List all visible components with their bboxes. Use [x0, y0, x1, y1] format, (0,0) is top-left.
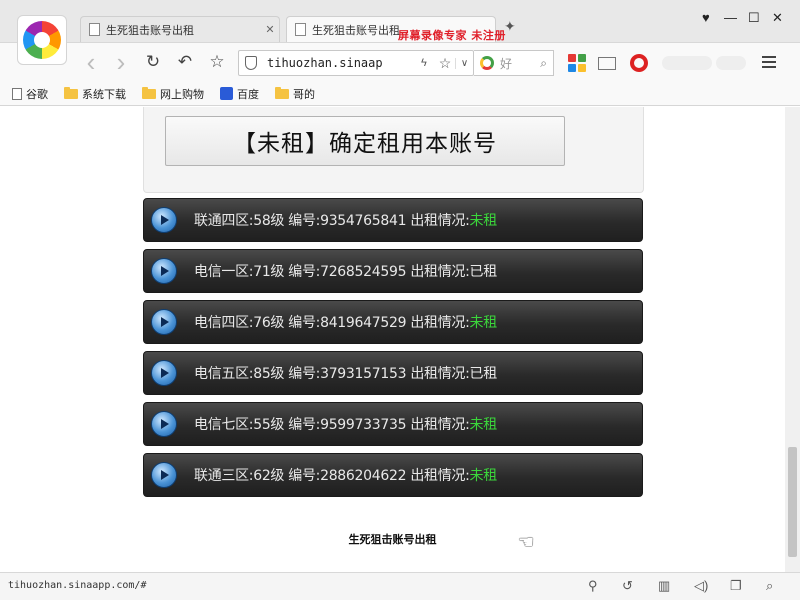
toolbar: ‹ › ↻ ↶ ☆ tihuozhan.sinaap ϟ ☆ ∨ 好 ⌕: [0, 42, 800, 82]
tab-title: 生死狙击账号出租: [106, 24, 194, 37]
account-info: 电信五区:85级 编号:3793157153 出租情况:已租: [194, 366, 498, 382]
account-list: 联通四区:58级 编号:9354765841 出租情况:未租 电信一区:71级 …: [143, 198, 643, 504]
sound-icon[interactable]: ◁): [694, 578, 708, 594]
title-bar: 生死狙击账号出租 ✕ 生死狙击账号出租 ✦ 屏幕录像专家 未注册 ♥ — ☐ ✕: [0, 0, 800, 42]
bookmarks-bar: 谷歌 系统下载 网上购物 百度 哥的: [0, 82, 800, 106]
maximize-button[interactable]: ☐: [748, 10, 760, 26]
status-badge: 已租: [469, 366, 498, 382]
skin-icon[interactable]: ♥: [702, 10, 710, 25]
bookmark-shopping[interactable]: 网上购物: [142, 86, 204, 102]
scrollbar-thumb[interactable]: [788, 447, 797, 557]
bookmark-star-icon[interactable]: ☆: [435, 55, 455, 72]
account-row[interactable]: 电信七区:55级 编号:9599733735 出租情况:未租: [143, 402, 643, 446]
menu-icon[interactable]: [762, 56, 776, 71]
account-info: 电信一区:71级 编号:7268524595 出租情况:已租: [194, 264, 498, 280]
status-badge: 已租: [469, 264, 498, 280]
trash-icon[interactable]: ▥: [658, 578, 670, 594]
tab-inactive[interactable]: 生死狙击账号出租 ✕: [80, 16, 280, 42]
vertical-scrollbar[interactable]: [785, 107, 800, 572]
extension-icon[interactable]: [716, 56, 746, 70]
play-icon: [151, 258, 177, 284]
lightning-icon[interactable]: ϟ: [421, 57, 435, 69]
favorite-button[interactable]: ☆: [206, 51, 228, 73]
bookmark-gede[interactable]: 哥的: [275, 86, 315, 102]
play-icon: [151, 309, 177, 335]
minimize-button[interactable]: —: [724, 10, 737, 25]
page-icon: [295, 23, 306, 36]
bookmark-label: 谷歌: [26, 88, 48, 101]
close-icon[interactable]: ✕: [261, 23, 279, 36]
baidu-icon: [220, 87, 233, 100]
play-icon: [151, 360, 177, 386]
browser-logo[interactable]: [17, 15, 67, 65]
bookmark-label: 百度: [237, 88, 259, 101]
folder-icon: [275, 86, 289, 99]
account-row[interactable]: 电信四区:76级 编号:8419647529 出租情况:未租: [143, 300, 643, 344]
search-icon[interactable]: ⌕: [766, 578, 773, 594]
play-icon: [151, 411, 177, 437]
account-row[interactable]: 联通三区:62级 编号:2886204622 出租情况:未租: [143, 453, 643, 497]
extension-icon[interactable]: [662, 56, 712, 70]
account-info: 电信四区:76级 编号:8419647529 出租情况:未租: [194, 315, 498, 331]
reload-button[interactable]: ↻: [142, 51, 164, 73]
shield-icon: [245, 56, 257, 70]
forward-button[interactable]: ›: [110, 49, 132, 75]
folder-icon: [64, 86, 78, 99]
address-bar[interactable]: tihuozhan.sinaap ϟ ☆ ∨: [238, 50, 474, 76]
confirm-panel: 【未租】确定租用本账号: [143, 107, 644, 193]
opera-icon[interactable]: [630, 54, 648, 72]
pin-icon[interactable]: ⚲: [588, 578, 598, 594]
bookmark-google[interactable]: 谷歌: [12, 86, 48, 102]
mail-icon[interactable]: [598, 57, 616, 70]
account-info: 联通三区:62级 编号:2886204622 出租情况:未租: [194, 468, 498, 484]
window-icon[interactable]: ❐: [730, 578, 742, 594]
chevron-down-icon[interactable]: ∨: [455, 57, 473, 69]
status-badge: 未租: [469, 213, 498, 229]
bookmark-label: 网上购物: [160, 88, 204, 101]
play-icon: [151, 462, 177, 488]
apps-icon[interactable]: [568, 54, 586, 72]
close-window-button[interactable]: ✕: [772, 10, 783, 26]
status-badge: 未租: [469, 468, 498, 484]
bookmark-baidu[interactable]: 百度: [220, 86, 259, 102]
search-icon[interactable]: ⌕: [540, 56, 547, 71]
search-placeholder: 好: [500, 56, 513, 71]
back-button[interactable]: ‹: [80, 49, 102, 75]
url-text[interactable]: tihuozhan.sinaap: [267, 56, 421, 70]
page-icon: [89, 23, 100, 36]
account-info: 电信七区:55级 编号:9599733735 出租情况:未租: [194, 417, 498, 433]
search-engine-icon[interactable]: [480, 56, 494, 70]
bookmark-label: 系统下载: [82, 88, 126, 101]
play-icon: [151, 207, 177, 233]
status-badge: 未租: [469, 417, 498, 433]
confirm-rent-button[interactable]: 【未租】确定租用本账号: [165, 116, 565, 166]
page-icon: [12, 87, 22, 100]
status-badge: 未租: [469, 315, 498, 331]
bookmark-label: 哥的: [293, 88, 315, 101]
account-info: 联通四区:58级 编号:9354765841 出租情况:未租: [194, 213, 498, 229]
refresh-icon[interactable]: ↺: [622, 578, 633, 594]
status-url: tihuozhan.sinaapp.com/#: [8, 580, 147, 591]
page-viewport: 【未租】确定租用本账号 联通四区:58级 编号:9354765841 出租情况:…: [0, 107, 785, 572]
recorder-watermark: 屏幕录像专家 未注册: [398, 29, 506, 42]
account-row[interactable]: 联通四区:58级 编号:9354765841 出租情况:未租: [143, 198, 643, 242]
undo-close-button[interactable]: ↶: [174, 51, 196, 73]
page-footer: 生死狙击账号出租: [348, 534, 437, 546]
search-box[interactable]: 好 ⌕: [474, 50, 554, 76]
account-row[interactable]: 电信五区:85级 编号:3793157153 出租情况:已租: [143, 351, 643, 395]
account-row[interactable]: 电信一区:71级 编号:7268524595 出租情况:已租: [143, 249, 643, 293]
status-bar: tihuozhan.sinaapp.com/# ⚲ ↺ ▥ ◁) ❐ ⌕: [0, 572, 800, 600]
folder-icon: [142, 86, 156, 99]
bookmark-system-download[interactable]: 系统下载: [64, 86, 126, 102]
